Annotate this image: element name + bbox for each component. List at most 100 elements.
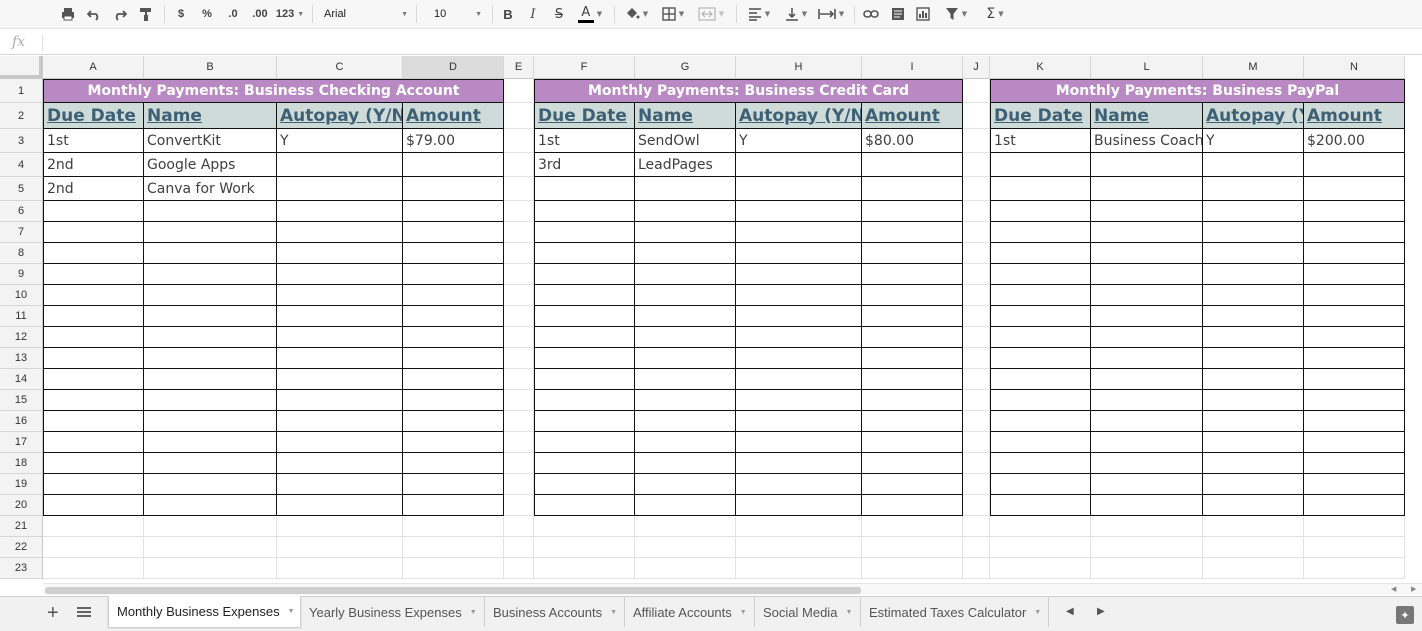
table-data-cell[interactable] — [403, 177, 504, 201]
cell-i21[interactable] — [862, 516, 963, 537]
cell-c23[interactable] — [277, 558, 403, 579]
table-header-cell[interactable]: Name — [635, 103, 736, 129]
cell-c13[interactable] — [277, 348, 403, 369]
vertical-align-button[interactable]: ▼ — [780, 3, 812, 25]
row-header-2[interactable]: 2 — [0, 103, 43, 129]
cell-m22[interactable] — [1203, 537, 1304, 558]
cell-g20[interactable] — [635, 495, 736, 516]
cell-h9[interactable] — [736, 264, 862, 285]
cell-a18[interactable] — [43, 453, 144, 474]
cell-h20[interactable] — [736, 495, 862, 516]
cell-f9[interactable] — [534, 264, 635, 285]
chevron-down-icon[interactable]: ▼ — [610, 609, 617, 616]
row-header-3[interactable]: 3 — [0, 129, 43, 153]
column-header-l[interactable]: L — [1091, 56, 1203, 79]
cell-n22[interactable] — [1304, 537, 1405, 558]
cell-g7[interactable] — [635, 222, 736, 243]
row-header-19[interactable]: 19 — [0, 474, 43, 495]
cell-e12[interactable] — [504, 327, 534, 348]
table-data-cell[interactable] — [277, 177, 403, 201]
column-header-k[interactable]: K — [990, 56, 1091, 79]
scroll-tabs-right-icon[interactable]: ▶ — [1097, 606, 1105, 617]
cell-c9[interactable] — [277, 264, 403, 285]
cell-e15[interactable] — [504, 390, 534, 411]
formula-input[interactable] — [48, 30, 1418, 54]
cell-h18[interactable] — [736, 453, 862, 474]
cell-k9[interactable] — [990, 264, 1091, 285]
cell-a17[interactable] — [43, 432, 144, 453]
cell-c11[interactable] — [277, 306, 403, 327]
cell-e19[interactable] — [504, 474, 534, 495]
cell-g19[interactable] — [635, 474, 736, 495]
cell-e13[interactable] — [504, 348, 534, 369]
sheet-tab[interactable]: Yearly Business Expenses ▼ — [301, 597, 485, 627]
row-header-5[interactable]: 5 — [0, 177, 43, 201]
cell-d7[interactable] — [403, 222, 504, 243]
cell-j13[interactable] — [963, 348, 990, 369]
cell-n19[interactable] — [1304, 474, 1405, 495]
cell-d21[interactable] — [403, 516, 504, 537]
row-header-6[interactable]: 6 — [0, 201, 43, 222]
cell-e23[interactable] — [504, 558, 534, 579]
cell-k22[interactable] — [990, 537, 1091, 558]
table-header-cell[interactable]: Due Date — [990, 103, 1091, 129]
cell-a19[interactable] — [43, 474, 144, 495]
row-header-21[interactable]: 21 — [0, 516, 43, 537]
column-header-h[interactable]: H — [736, 56, 862, 79]
cell-d15[interactable] — [403, 390, 504, 411]
column-header-n[interactable]: N — [1304, 56, 1405, 79]
table-data-cell[interactable] — [277, 153, 403, 177]
cell-j11[interactable] — [963, 306, 990, 327]
cell-k18[interactable] — [990, 453, 1091, 474]
cell-k8[interactable] — [990, 243, 1091, 264]
cell-f7[interactable] — [534, 222, 635, 243]
cell-k14[interactable] — [990, 369, 1091, 390]
cell-b12[interactable] — [144, 327, 277, 348]
cell-c22[interactable] — [277, 537, 403, 558]
explore-icon[interactable]: ✦ — [1396, 606, 1414, 624]
cell-i12[interactable] — [862, 327, 963, 348]
cell-a9[interactable] — [43, 264, 144, 285]
table-header-cell[interactable]: Autopay (Y/N) — [277, 103, 403, 129]
cell-l19[interactable] — [1091, 474, 1203, 495]
cell-l18[interactable] — [1091, 453, 1203, 474]
cell-d6[interactable] — [403, 201, 504, 222]
cell-l23[interactable] — [1091, 558, 1203, 579]
cell-g14[interactable] — [635, 369, 736, 390]
cell-a11[interactable] — [43, 306, 144, 327]
cell-l5[interactable] — [1091, 177, 1203, 201]
cell-d18[interactable] — [403, 453, 504, 474]
cell-j12[interactable] — [963, 327, 990, 348]
insert-chart-button[interactable] — [913, 3, 933, 25]
table-header-cell[interactable]: Due Date — [43, 103, 144, 129]
cell-b10[interactable] — [144, 285, 277, 306]
cell-d22[interactable] — [403, 537, 504, 558]
cell-f10[interactable] — [534, 285, 635, 306]
cell-i17[interactable] — [862, 432, 963, 453]
cell-h6[interactable] — [736, 201, 862, 222]
cell-h16[interactable] — [736, 411, 862, 432]
cell-n15[interactable] — [1304, 390, 1405, 411]
currency-button[interactable]: $ — [172, 3, 190, 25]
cell-c17[interactable] — [277, 432, 403, 453]
cell-m20[interactable] — [1203, 495, 1304, 516]
cell-k12[interactable] — [990, 327, 1091, 348]
cell-m6[interactable] — [1203, 201, 1304, 222]
row-header-10[interactable]: 10 — [0, 285, 43, 306]
cell-n12[interactable] — [1304, 327, 1405, 348]
insert-comment-button[interactable] — [888, 3, 908, 25]
cell-g8[interactable] — [635, 243, 736, 264]
cell-f5[interactable] — [534, 177, 635, 201]
cell-e20[interactable] — [504, 495, 534, 516]
bold-button[interactable]: B — [499, 3, 517, 25]
cell-h13[interactable] — [736, 348, 862, 369]
cell-e18[interactable] — [504, 453, 534, 474]
cell-n18[interactable] — [1304, 453, 1405, 474]
cell-i16[interactable] — [862, 411, 963, 432]
row-header-15[interactable]: 15 — [0, 390, 43, 411]
cell-e10[interactable] — [504, 285, 534, 306]
cell-d16[interactable] — [403, 411, 504, 432]
cell-j18[interactable] — [963, 453, 990, 474]
table-data-cell[interactable]: Canva for Work — [144, 177, 277, 201]
cell-n5[interactable] — [1304, 177, 1405, 201]
